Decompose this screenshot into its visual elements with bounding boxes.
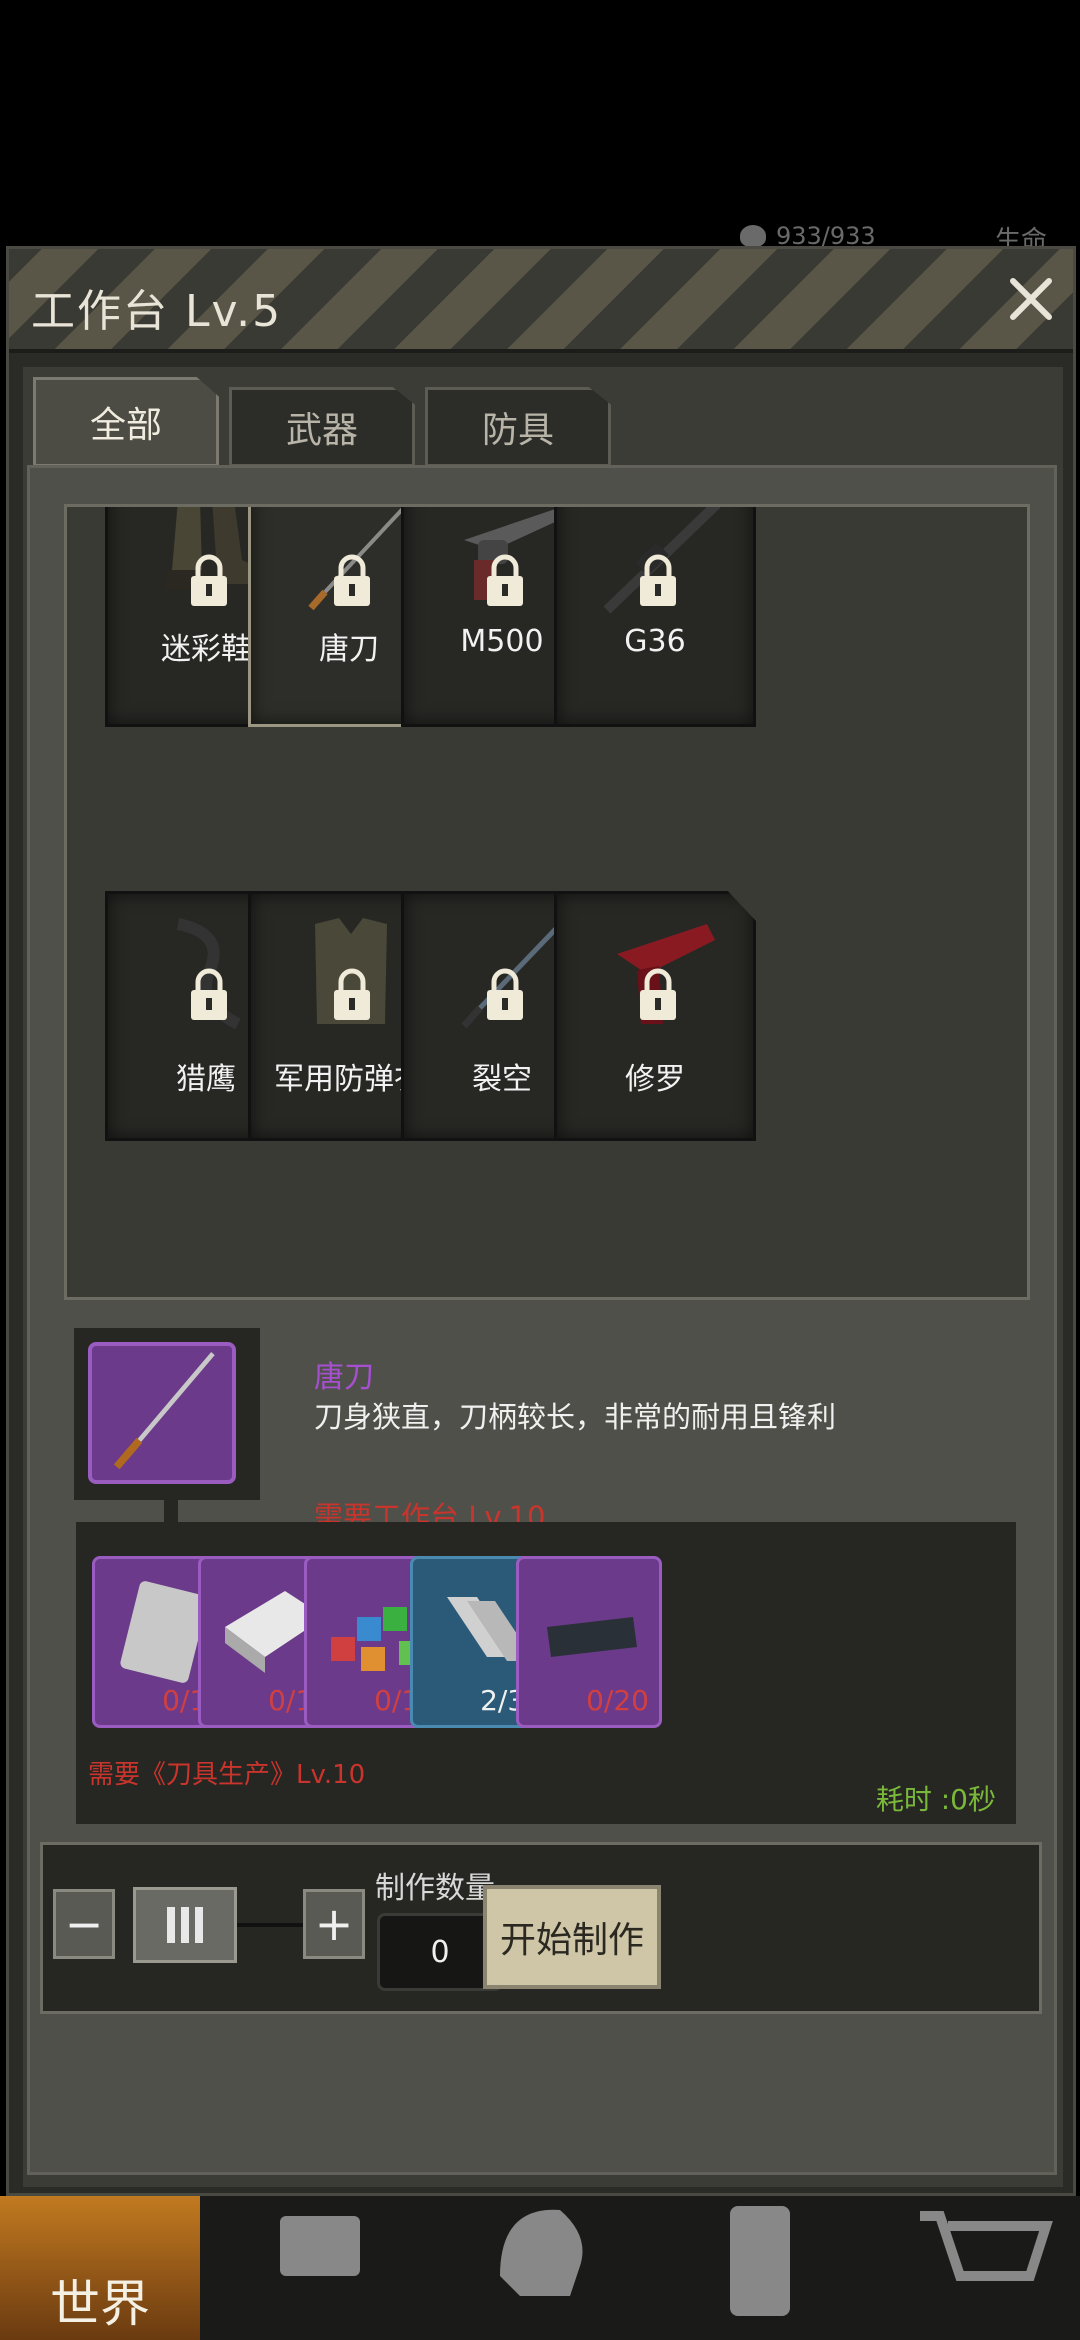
head-icon	[500, 2209, 583, 2296]
item-card-g36[interactable]: G36	[554, 507, 756, 727]
material-count: 0/20	[586, 1684, 649, 1717]
nav-backpack[interactable]	[220, 2196, 420, 2340]
phone-icon	[730, 2206, 790, 2316]
heart-icon	[740, 225, 766, 247]
selected-item-frame	[74, 1328, 260, 1500]
lock-icon	[334, 554, 370, 606]
workbench-window: 工作台 Lv.5 全部 武器 防具 迷彩鞋 唐刀 M500 G36 猎鹰 军用防…	[6, 246, 1076, 2196]
nav-world-label: 世界	[50, 2275, 150, 2333]
start-crafting-button[interactable]: 开始制作	[483, 1885, 661, 1989]
cloth-roll-icon	[547, 1617, 637, 1657]
craft-controls: − + 制作数量 0 开始制作	[40, 1842, 1042, 2014]
cart-icon	[920, 2211, 1053, 2281]
close-icon[interactable]	[999, 267, 1063, 331]
tab-bar: 全部 武器 防具	[33, 377, 611, 467]
quantity-label: 制作数量	[375, 1871, 495, 1906]
lock-icon	[191, 554, 227, 606]
nav-world[interactable]: 世界	[0, 2196, 200, 2340]
nav-calculator[interactable]	[660, 2196, 860, 2340]
quantity-slider-handle[interactable]	[133, 1887, 237, 1963]
tab-weapons[interactable]: 武器	[229, 387, 415, 467]
lock-icon	[487, 968, 523, 1020]
skill-requirement: 需要《刀具生产》Lv.10	[88, 1760, 366, 1790]
material-slot[interactable]: 0/20	[516, 1556, 662, 1728]
sword-icon	[113, 1352, 215, 1470]
decrease-button[interactable]: −	[53, 1889, 115, 1959]
lock-icon	[640, 968, 676, 1020]
lock-icon	[334, 968, 370, 1020]
crafting-time: 耗时 :0秒	[875, 1783, 996, 1816]
item-name: G36	[624, 624, 686, 659]
lock-icon	[191, 968, 227, 1020]
window-title: 工作台 Lv.5	[31, 286, 283, 337]
tab-armor[interactable]: 防具	[425, 387, 611, 467]
nav-skills[interactable]	[440, 2196, 640, 2340]
increase-button[interactable]: +	[303, 1889, 365, 1959]
top-status-strip: 933/933 生命	[0, 0, 1080, 256]
item-name: 修罗	[625, 1062, 685, 1097]
backpack-icon	[280, 2216, 360, 2276]
materials-panel: 0/16 0/12 0/12 2/36 0/20 需要《刀具生产》Lv.10 耗…	[76, 1522, 1016, 1824]
lock-icon	[487, 554, 523, 606]
selected-item-name: 唐刀	[314, 1360, 374, 1395]
selected-item-icon	[88, 1342, 236, 1484]
item-card-shura[interactable]: 修罗	[554, 891, 756, 1141]
nav-shop[interactable]	[880, 2196, 1080, 2340]
tab-all[interactable]: 全部	[33, 377, 219, 467]
bottom-nav: 世界	[0, 2196, 1080, 2340]
window-body: 全部 武器 防具 迷彩鞋 唐刀 M500 G36 猎鹰 军用防弹衣 裂空 修罗 …	[23, 367, 1063, 2187]
recipe-grid[interactable]: 迷彩鞋 唐刀 M500 G36 猎鹰 军用防弹衣 裂空 修罗	[64, 504, 1030, 1300]
lock-icon	[640, 554, 676, 606]
selected-item-description: 刀身狭直，刀柄较长，非常的耐用且锋利	[314, 1400, 837, 1434]
tab-panel: 迷彩鞋 唐刀 M500 G36 猎鹰 军用防弹衣 裂空 修罗 唐刀 刀身狭直，刀…	[27, 465, 1057, 2175]
window-header: 工作台 Lv.5	[9, 249, 1073, 353]
